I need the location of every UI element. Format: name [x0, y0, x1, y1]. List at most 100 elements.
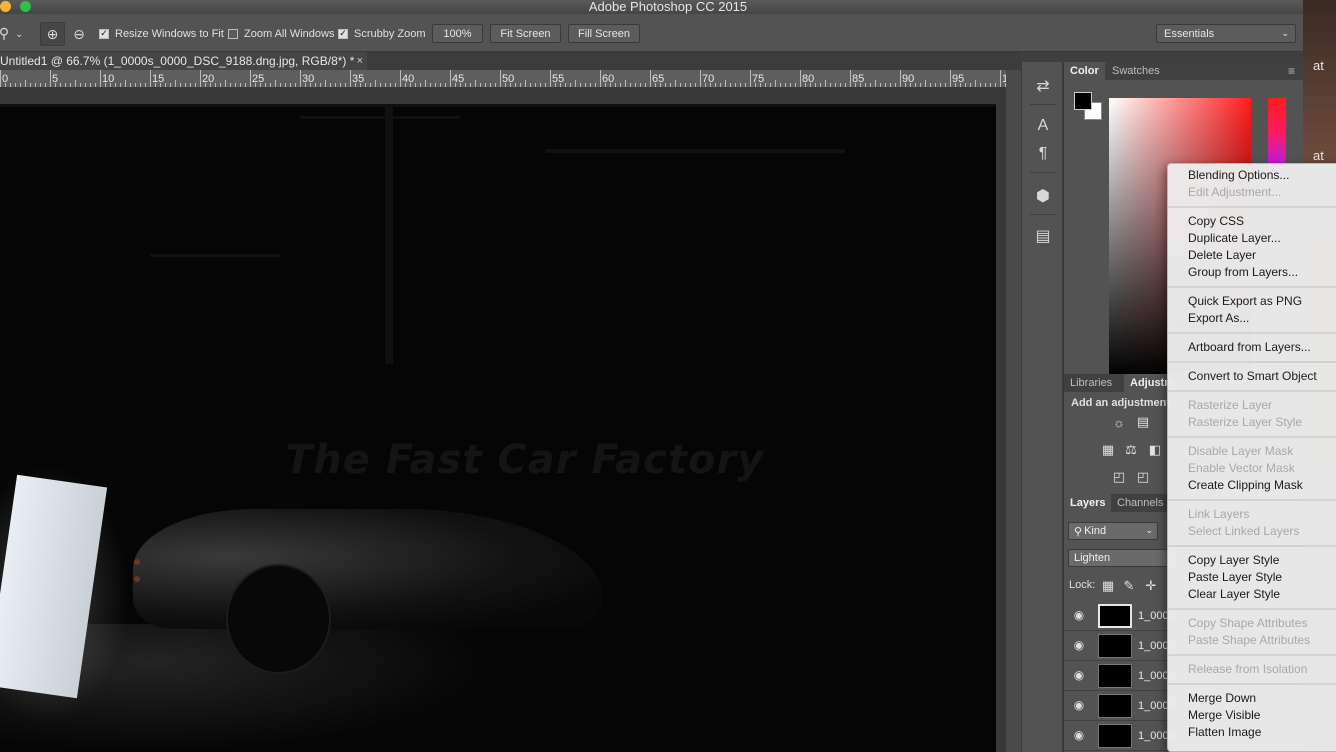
- ruler-tick: [815, 83, 816, 87]
- 3d-cube-icon[interactable]: ⬢: [1033, 186, 1053, 206]
- tab-libraries[interactable]: Libraries: [1064, 374, 1118, 392]
- layer-thumbnail: [1098, 724, 1132, 748]
- eye-icon[interactable]: ◉: [1072, 608, 1086, 622]
- menu-item[interactable]: Quick Export as PNG: [1188, 293, 1302, 310]
- tab-layers[interactable]: Layers: [1064, 494, 1112, 512]
- layer-filter-select[interactable]: ⚲ Kind ⌄: [1068, 522, 1158, 540]
- ruler-tick: [605, 83, 606, 87]
- menu-item[interactable]: Copy Layer Style: [1188, 552, 1279, 569]
- ruler-tick: [15, 83, 16, 87]
- fit-screen-button[interactable]: Fit Screen: [490, 24, 561, 43]
- zoom-tool-icon[interactable]: ⚲: [0, 24, 12, 42]
- ruler-tick: [755, 83, 756, 87]
- close-icon[interactable]: ×: [357, 52, 363, 70]
- tab-color[interactable]: Color: [1064, 62, 1105, 80]
- ruler-tick: [375, 80, 376, 87]
- black-white-icon[interactable]: ◧: [1147, 442, 1163, 457]
- zoom-percent-button[interactable]: 100%: [432, 24, 483, 43]
- eye-icon[interactable]: ◉: [1072, 698, 1086, 712]
- panel-icon-strip: ⇄ A ¶ ⬢ ▤: [1021, 62, 1063, 752]
- menu-item[interactable]: Merge Visible: [1188, 707, 1260, 724]
- chevron-down-icon[interactable]: ⌄: [15, 26, 23, 43]
- ruler-tick: [945, 83, 946, 87]
- resize-windows-option[interactable]: ✓ Resize Windows to Fit: [99, 25, 224, 42]
- zoom-all-checkbox[interactable]: [228, 28, 238, 39]
- eye-icon[interactable]: ◉: [1072, 668, 1086, 682]
- menu-item[interactable]: Flatten Image: [1188, 724, 1261, 741]
- resize-windows-checkbox[interactable]: ✓: [99, 28, 109, 39]
- lock-transparency-icon[interactable]: ▦: [1100, 578, 1116, 593]
- menu-item[interactable]: Artboard from Layers...: [1188, 339, 1311, 356]
- fill-screen-button[interactable]: Fill Screen: [568, 24, 640, 43]
- menu-item[interactable]: Delete Layer: [1188, 247, 1256, 264]
- levels-icon[interactable]: ▤: [1135, 414, 1151, 429]
- tab-swatches[interactable]: Swatches: [1106, 62, 1166, 80]
- zoom-out-button[interactable]: ⊖: [68, 22, 90, 46]
- workspace-select[interactable]: Essentials ⌄: [1156, 24, 1296, 43]
- color-lookup-icon[interactable]: ▦: [1100, 442, 1116, 457]
- document-tab[interactable]: Untitled1 @ 66.7% (1_0000s_0000_DSC_9188…: [0, 52, 367, 70]
- zoom-all-option[interactable]: Zoom All Windows: [228, 25, 334, 42]
- eye-icon[interactable]: ◉: [1072, 638, 1086, 652]
- ruler-tick: [405, 83, 406, 87]
- history-icon[interactable]: ⇄: [1033, 76, 1053, 96]
- ruler-tick: [700, 70, 701, 87]
- ruler-tick: [60, 83, 61, 87]
- ruler-tick: [445, 83, 446, 87]
- menu-item[interactable]: Paste Layer Style: [1188, 569, 1282, 586]
- maximize-button[interactable]: [20, 1, 31, 12]
- ruler-tick: [940, 83, 941, 87]
- tab-channels[interactable]: Channels: [1111, 494, 1169, 512]
- menu-item[interactable]: Export As...: [1188, 310, 1249, 327]
- eye-icon[interactable]: ◉: [1072, 728, 1086, 742]
- edge-text: at: [1313, 148, 1324, 163]
- minimize-button[interactable]: [0, 1, 11, 12]
- menu-item[interactable]: Create Clipping Mask: [1188, 477, 1303, 494]
- foreground-color-swatch[interactable]: [1074, 92, 1092, 110]
- color-balance-icon[interactable]: ⚖: [1123, 442, 1139, 457]
- ruler-tick: [370, 83, 371, 87]
- adjustments-hint: Add an adjustment: [1071, 397, 1171, 409]
- window-title: Adobe Photoshop CC 2015: [588, 0, 748, 14]
- blend-mode-select[interactable]: Lighten: [1068, 549, 1178, 567]
- menu-item: Release from Isolation: [1188, 662, 1308, 676]
- menu-item[interactable]: Clear Layer Style: [1188, 586, 1280, 603]
- character-icon[interactable]: A: [1033, 116, 1053, 136]
- gradient-map-icon[interactable]: ◰: [1111, 469, 1127, 484]
- menu-item[interactable]: Blending Options...: [1188, 167, 1289, 184]
- panel-menu-icon[interactable]: ≡: [1282, 62, 1301, 80]
- ruler-tick: [760, 83, 761, 87]
- ruler-tick: [185, 83, 186, 87]
- ruler-tick: [195, 83, 196, 87]
- menu-item[interactable]: Copy CSS: [1188, 213, 1244, 230]
- scrubby-zoom-checkbox[interactable]: ✓: [338, 28, 348, 39]
- collapse-strip[interactable]: [1063, 52, 1303, 62]
- ruler-tick: [930, 83, 931, 87]
- scrubby-zoom-option[interactable]: ✓ Scrubby Zoom: [338, 25, 426, 42]
- menu-item[interactable]: Convert to Smart Object: [1188, 368, 1317, 385]
- menu-item: Edit Adjustment...: [1188, 185, 1282, 199]
- ruler-tick: [885, 83, 886, 87]
- properties-icon[interactable]: ▤: [1033, 226, 1053, 246]
- ruler-label: 55: [552, 73, 565, 85]
- selective-color-icon[interactable]: ◰: [1135, 469, 1151, 484]
- paragraph-icon[interactable]: ¶: [1033, 144, 1053, 164]
- ruler-tick: [630, 83, 631, 87]
- menu-item[interactable]: Duplicate Layer...: [1188, 230, 1281, 247]
- ruler-tick: [845, 83, 846, 87]
- horizontal-ruler[interactable]: 051015202530354045505560657075808590951: [0, 70, 1006, 88]
- document-canvas[interactable]: The Fast Car Factory: [0, 104, 996, 752]
- ruler-tick: [300, 70, 301, 87]
- car-light: [134, 576, 140, 582]
- ruler-tick: [205, 83, 206, 87]
- ruler-tick: [535, 83, 536, 87]
- lock-paint-icon[interactable]: ✎: [1121, 578, 1137, 593]
- ruler-tick: [955, 83, 956, 87]
- collapse-strip[interactable]: [1021, 52, 1063, 62]
- ruler-tick: [675, 80, 676, 87]
- brightness-icon[interactable]: ☼: [1111, 415, 1127, 430]
- menu-item[interactable]: Merge Down: [1188, 690, 1256, 707]
- menu-item[interactable]: Group from Layers...: [1188, 264, 1298, 281]
- lock-position-icon[interactable]: ✛: [1143, 578, 1159, 593]
- zoom-in-button[interactable]: ⊕: [40, 22, 65, 46]
